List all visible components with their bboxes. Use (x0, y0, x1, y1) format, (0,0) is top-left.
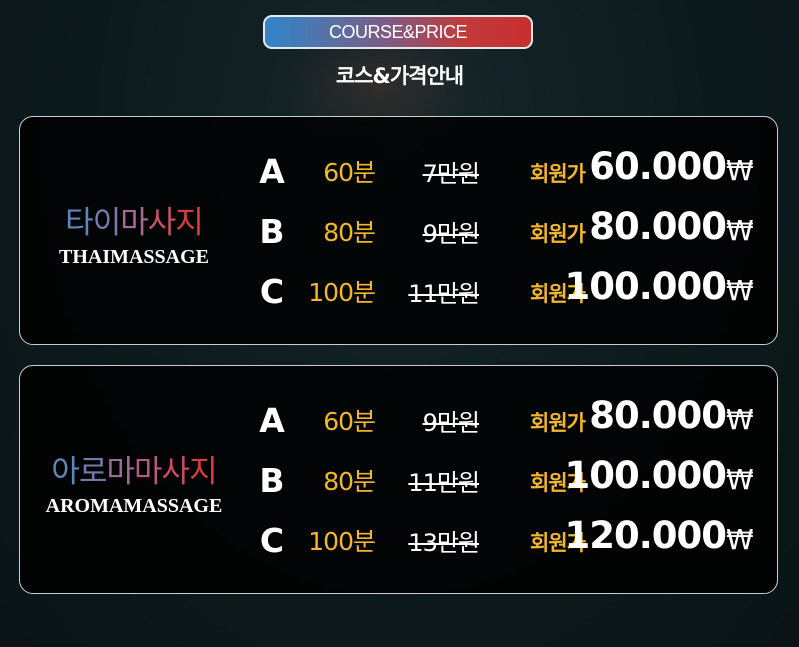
course-letter: C (259, 272, 285, 311)
thai-massage-card: 타이마사지 THAIMASSAGE A 60분 7만원 회원가 60.000 ₩… (19, 116, 778, 345)
member-price: 80.000 (589, 394, 727, 437)
course-letter: B (259, 212, 285, 251)
won-icon: ₩ (726, 403, 754, 436)
course-row: C 100분 11만원 회원가 100.000 ₩ (20, 261, 779, 321)
original-price: 11만원 (408, 280, 480, 308)
course-duration: 80분 (323, 218, 376, 247)
course-duration: 100분 (308, 278, 376, 307)
course-letter: B (259, 461, 285, 500)
course-letter: A (259, 152, 285, 191)
course-duration: 60분 (323, 158, 376, 187)
badge-label: COURSE&PRICE (328, 21, 468, 42)
course-row: A 60분 9만원 회원가 80.000 ₩ (20, 390, 779, 450)
page-subtitle: 코스&가격안내 (335, 64, 464, 88)
course-duration: 80분 (323, 467, 376, 496)
member-price: 100.000 (564, 265, 727, 308)
won-icon: ₩ (726, 523, 754, 556)
member-price: 120.000 (564, 514, 727, 557)
course-letter: C (259, 521, 285, 560)
original-price: 7만원 (422, 160, 480, 188)
member-price-label: 회원가 (530, 411, 586, 435)
original-price: 11만원 (408, 469, 480, 497)
won-icon: ₩ (726, 154, 754, 187)
member-price: 80.000 (589, 205, 727, 248)
original-price: 9만원 (422, 409, 480, 437)
member-price-label: 회원가 (530, 222, 586, 246)
won-icon: ₩ (726, 463, 754, 496)
course-duration: 100분 (308, 527, 376, 556)
member-price: 100.000 (564, 454, 727, 497)
aroma-massage-card: 아로마마사지 AROMAMASSAGE A 60분 9만원 회원가 80.000… (19, 365, 778, 594)
member-price-label: 회원가 (530, 162, 586, 186)
course-row: B 80분 11만원 회원가 100.000 ₩ (20, 450, 779, 510)
won-icon: ₩ (726, 214, 754, 247)
original-price: 13만원 (408, 529, 480, 557)
course-row: C 100분 13만원 회원가 120.000 ₩ (20, 510, 779, 570)
original-price: 9만원 (422, 220, 480, 248)
course-duration: 60분 (323, 407, 376, 436)
won-icon: ₩ (726, 274, 754, 307)
course-letter: A (259, 401, 285, 440)
course-row: A 60분 7만원 회원가 60.000 ₩ (20, 141, 779, 201)
course-row: B 80분 9만원 회원가 80.000 ₩ (20, 201, 779, 261)
course-price-badge: COURSE&PRICE (263, 15, 533, 49)
member-price: 60.000 (589, 145, 727, 188)
